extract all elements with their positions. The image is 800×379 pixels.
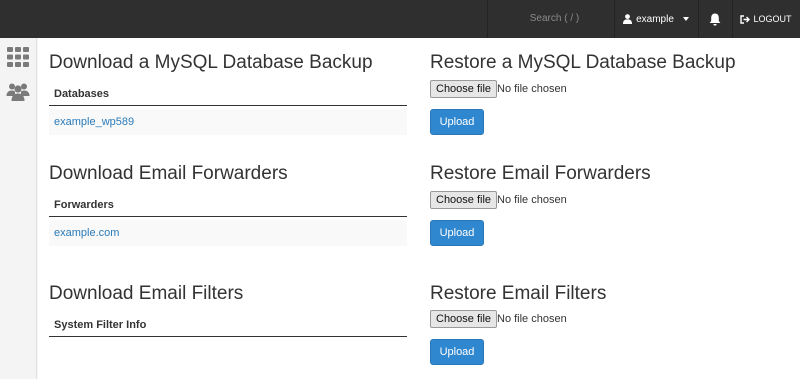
database-download-link[interactable]: example_wp589 (54, 116, 134, 128)
mysql-file-status: No file chosen (497, 83, 567, 95)
databases-column-header: Databases (49, 86, 407, 106)
filters-download-title: Download Email Filters (49, 283, 244, 304)
top-bar: Search ( / ) example LOGOUT (0, 0, 800, 38)
apps-grid-icon[interactable] (6, 45, 30, 69)
username-label: example (636, 13, 674, 25)
chevron-down-icon (682, 17, 689, 21)
search-field[interactable]: Search ( / ) (487, 0, 614, 38)
user-menu[interactable]: example (614, 0, 698, 38)
forwarders-upload-button[interactable]: Upload (430, 220, 484, 246)
forwarders-column-header: Forwarders (49, 197, 407, 217)
mysql-choose-file-button[interactable]: Choose file (430, 80, 498, 98)
bell-icon (709, 13, 721, 26)
filters-file-status: No file chosen (497, 313, 567, 325)
notifications-button[interactable] (698, 0, 732, 38)
forwarders-choose-file-button[interactable]: Choose file (430, 191, 498, 209)
filters-upload-button[interactable]: Upload (430, 339, 484, 365)
mysql-upload-button[interactable]: Upload (430, 109, 484, 135)
users-group-icon[interactable] (6, 79, 30, 103)
filters-column-header: System Filter Info (49, 317, 407, 337)
mysql-download-title: Download a MySQL Database Backup (49, 52, 373, 73)
list-item: example.com (49, 220, 407, 246)
filters-choose-file-button[interactable]: Choose file (430, 310, 498, 328)
logout-label: LOGOUT (753, 14, 792, 24)
mysql-restore-title: Restore a MySQL Database Backup (430, 52, 736, 73)
user-icon (623, 14, 633, 24)
forwarders-download-title: Download Email Forwarders (49, 163, 288, 184)
forwarder-download-link[interactable]: example.com (54, 227, 119, 239)
forwarders-file-status: No file chosen (497, 194, 567, 206)
forwarders-restore-title: Restore Email Forwarders (430, 163, 651, 184)
list-item: example_wp589 (49, 109, 407, 135)
filters-restore-title: Restore Email Filters (430, 283, 607, 304)
sidebar-rail (0, 38, 37, 379)
logout-button[interactable]: LOGOUT (732, 0, 800, 38)
logout-icon (740, 14, 751, 24)
